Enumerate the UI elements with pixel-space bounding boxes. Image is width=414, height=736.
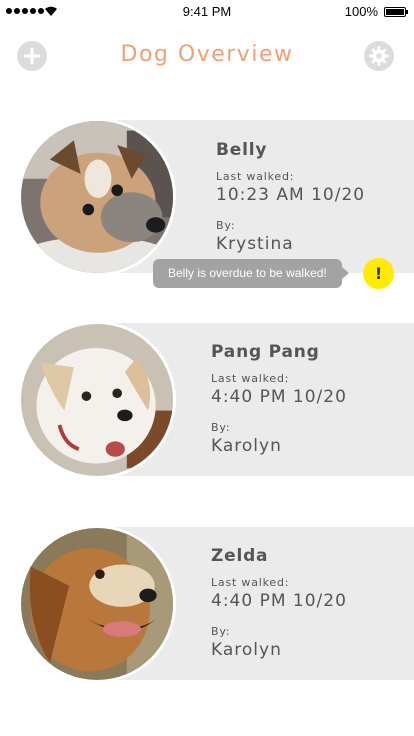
last-walked-value: 4:40 PM 10/20 (211, 387, 347, 407)
status-bar: 9:41 PM 100% (0, 0, 414, 24)
last-walked-label: Last walked: (216, 170, 295, 183)
last-walked-value: 4:40 PM 10/20 (211, 591, 347, 611)
page-title: Dog Overview (120, 42, 294, 67)
walked-by-value: Krystina (216, 234, 294, 254)
last-walked-label: Last walked: (211, 576, 290, 589)
battery-percentage: 100% (344, 4, 378, 19)
dog-photo (21, 528, 173, 680)
walked-by-label: By: (216, 219, 236, 232)
walked-by-label: By: (211, 421, 231, 434)
last-walked-label: Last walked: (211, 372, 290, 385)
dog-info: Pang Pang Last walked: 4:40 PM 10/20 By:… (211, 342, 347, 456)
dog-info: Belly Last walked: 10:23 AM 10/20 By: Kr… (216, 140, 365, 254)
dog-name: Belly (216, 140, 268, 160)
dog-name: Pang Pang (211, 342, 320, 362)
dog-avatar-zelda[interactable] (18, 525, 176, 683)
walked-by-label: By: (211, 625, 231, 638)
dog-photo (21, 121, 173, 273)
last-walked-value: 10:23 AM 10/20 (216, 185, 366, 205)
battery-icon (384, 7, 408, 17)
walked-by-value: Karolyn (211, 640, 282, 660)
overdue-alert-bubble: Belly is overdue to be walked! (153, 259, 349, 288)
dog-avatar-pang-pang[interactable] (18, 321, 176, 479)
walked-by-value: Karolyn (211, 436, 282, 456)
dog-photo (21, 324, 173, 476)
dog-name: Zelda (211, 546, 269, 566)
dog-avatar-belly[interactable] (18, 118, 176, 276)
settings-button[interactable] (364, 41, 394, 71)
dog-info: Zelda Last walked: 4:40 PM 10/20 By: Kar… (211, 546, 347, 660)
warning-icon[interactable]: ! (363, 258, 394, 289)
gear-icon (369, 46, 389, 66)
